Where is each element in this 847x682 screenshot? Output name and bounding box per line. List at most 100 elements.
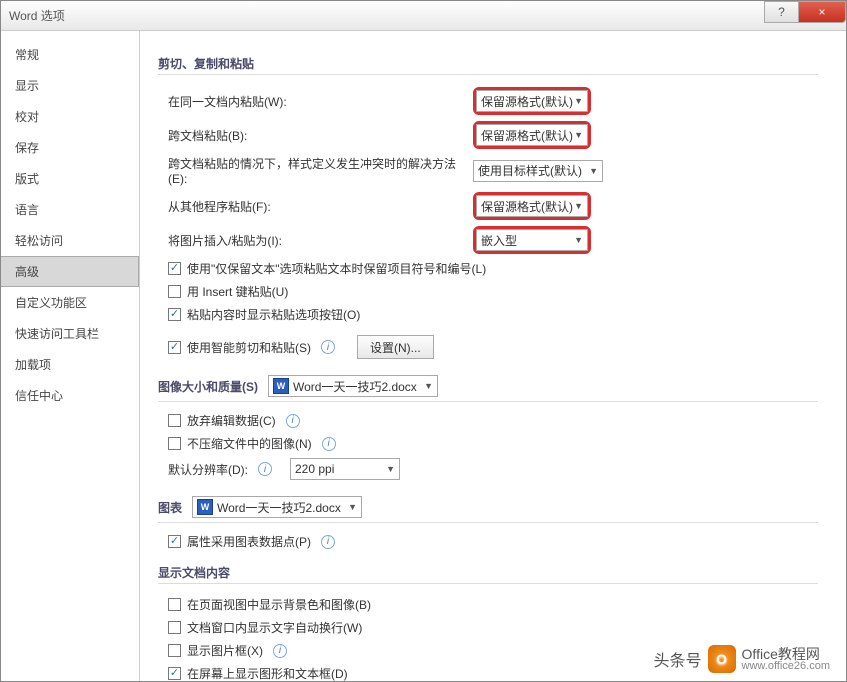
info-icon[interactable]: i	[273, 644, 287, 658]
dropdown-value: Word一天一技巧2.docx	[217, 499, 341, 516]
label-discard-edit: 放弃编辑数据(C)	[187, 412, 276, 429]
info-icon[interactable]: i	[286, 414, 300, 428]
label-text-wrap: 文档窗口内显示文字自动换行(W)	[187, 619, 362, 636]
highlight-box: 保留源格式(默认) ▼	[473, 87, 591, 115]
label-cross-doc-conflict: 跨文档粘贴的情况下，样式定义发生冲突时的解决方法(E):	[168, 155, 473, 186]
sidebar-item-quick-access[interactable]: 快速访问工具栏	[1, 318, 139, 349]
checkbox-bg-colors[interactable]	[168, 598, 181, 611]
row-insert-key: 用 Insert 键粘贴(U)	[158, 283, 818, 300]
checkbox-draw-shapes[interactable]	[168, 667, 181, 680]
label-insert-key: 用 Insert 键粘贴(U)	[187, 283, 288, 300]
info-icon[interactable]: i	[322, 437, 336, 451]
dropdown-value: 使用目标样式(默认)	[478, 162, 582, 179]
checkbox-keep-bullets[interactable]	[168, 262, 181, 275]
label-pic-frame: 显示图片框(X)	[187, 642, 263, 659]
label-bg-colors: 在页面视图中显示背景色和图像(B)	[187, 596, 371, 613]
chevron-down-icon: ▼	[574, 235, 583, 245]
watermark-logo-icon: O	[708, 645, 736, 673]
dropdown-value: 保留源格式(默认)	[481, 198, 573, 215]
row-insert-pic: 将图片插入/粘贴为(I): 嵌入型 ▼	[158, 226, 818, 254]
sidebar-item-addins[interactable]: 加载项	[1, 349, 139, 380]
checkbox-pic-frame[interactable]	[168, 644, 181, 657]
chevron-down-icon: ▼	[348, 502, 357, 512]
watermark-text: Office教程网 www.office26.com	[742, 647, 830, 672]
highlight-box: 保留源格式(默认) ▼	[473, 192, 591, 220]
row-smart-cut: 使用智能剪切和粘贴(S) i 设置(N)...	[158, 335, 818, 359]
label-same-doc: 在同一文档内粘贴(W):	[168, 93, 473, 110]
sidebar-item-customize-ribbon[interactable]: 自定义功能区	[1, 287, 139, 318]
section-image-head: 图像大小和质量(S) W Word一天一技巧2.docx ▼	[158, 375, 818, 402]
section-chart-title: 图表	[158, 499, 182, 516]
row-no-compress: 不压缩文件中的图像(N) i	[158, 435, 818, 452]
checkbox-text-wrap[interactable]	[168, 621, 181, 634]
label-other-app: 从其他程序粘贴(F):	[168, 198, 473, 215]
chevron-down-icon: ▼	[424, 381, 433, 391]
checkbox-no-compress[interactable]	[168, 437, 181, 450]
dropdown-value: 保留源格式(默认)	[481, 127, 573, 144]
row-bg-colors: 在页面视图中显示背景色和图像(B)	[158, 596, 818, 613]
row-discard-edit: 放弃编辑数据(C) i	[158, 412, 818, 429]
sidebar-item-trust[interactable]: 信任中心	[1, 380, 139, 411]
sidebar-item-layout[interactable]: 版式	[1, 163, 139, 194]
titlebar: Word 选项 ? ×	[1, 1, 846, 31]
word-doc-icon: W	[273, 378, 289, 394]
sidebar-item-save[interactable]: 保存	[1, 132, 139, 163]
label-cross-doc: 跨文档粘贴(B):	[168, 127, 473, 144]
chevron-down-icon: ▼	[386, 464, 395, 474]
chevron-down-icon: ▼	[574, 201, 583, 211]
label-show-paste-options: 粘贴内容时显示粘贴选项按钮(O)	[187, 306, 360, 323]
sidebar-item-display[interactable]: 显示	[1, 70, 139, 101]
dropdown-other-app[interactable]: 保留源格式(默认) ▼	[476, 195, 588, 217]
word-doc-icon: W	[197, 499, 213, 515]
chevron-down-icon: ▼	[574, 96, 583, 106]
info-icon[interactable]: i	[321, 535, 335, 549]
help-button[interactable]: ?	[764, 1, 799, 23]
label-no-compress: 不压缩文件中的图像(N)	[187, 435, 312, 452]
dropdown-image-doc[interactable]: W Word一天一技巧2.docx ▼	[268, 375, 438, 397]
watermark-url: www.office26.com	[742, 661, 830, 672]
content-pane: 剪切、复制和粘贴 在同一文档内粘贴(W): 保留源格式(默认) ▼ 跨文档粘贴(…	[140, 31, 846, 681]
dropdown-insert-pic[interactable]: 嵌入型 ▼	[476, 229, 588, 251]
watermark-sub: 头条号	[654, 647, 702, 671]
chevron-down-icon: ▼	[589, 166, 598, 176]
dropdown-cross-doc[interactable]: 保留源格式(默认) ▼	[476, 124, 588, 146]
dialog-body: 常规 显示 校对 保存 版式 语言 轻松访问 高级 自定义功能区 快速访问工具栏…	[1, 31, 846, 681]
dropdown-chart-doc[interactable]: W Word一天一技巧2.docx ▼	[192, 496, 362, 518]
settings-button[interactable]: 设置(N)...	[357, 335, 434, 359]
sidebar-item-advanced[interactable]: 高级	[1, 256, 139, 287]
dropdown-same-doc[interactable]: 保留源格式(默认) ▼	[476, 90, 588, 112]
checkbox-insert-key[interactable]	[168, 285, 181, 298]
sidebar-item-ease[interactable]: 轻松访问	[1, 225, 139, 256]
info-icon[interactable]: i	[321, 340, 335, 354]
dropdown-value: 保留源格式(默认)	[481, 93, 573, 110]
section-image-title: 图像大小和质量(S)	[158, 378, 258, 395]
watermark-brand: Office教程网	[742, 647, 830, 661]
dropdown-value: 嵌入型	[481, 232, 517, 249]
checkbox-chart-props[interactable]	[168, 535, 181, 548]
watermark: 头条号 O Office教程网 www.office26.com	[654, 645, 830, 673]
dropdown-cross-doc-conflict[interactable]: 使用目标样式(默认) ▼	[473, 160, 603, 182]
titlebar-buttons: ? ×	[765, 1, 846, 23]
highlight-box: 嵌入型 ▼	[473, 226, 591, 254]
section-chart-head: 图表 W Word一天一技巧2.docx ▼	[158, 496, 818, 523]
highlight-box: 保留源格式(默认) ▼	[473, 121, 591, 149]
label-keep-bullets: 使用"仅保留文本"选项粘贴文本时保留项目符号和编号(L)	[187, 260, 486, 277]
checkbox-discard-edit[interactable]	[168, 414, 181, 427]
label-smart-cut: 使用智能剪切和粘贴(S)	[187, 339, 311, 356]
checkbox-smart-cut[interactable]	[168, 341, 181, 354]
label-ppi: 默认分辨率(D):	[168, 461, 248, 478]
row-same-doc-paste: 在同一文档内粘贴(W): 保留源格式(默认) ▼	[158, 87, 818, 115]
close-button[interactable]: ×	[798, 1, 846, 23]
dropdown-ppi[interactable]: 220 ppi ▼	[290, 458, 400, 480]
row-text-wrap: 文档窗口内显示文字自动换行(W)	[158, 619, 818, 636]
sidebar-item-language[interactable]: 语言	[1, 194, 139, 225]
label-chart-props: 属性采用图表数据点(P)	[187, 533, 311, 550]
row-chart-props: 属性采用图表数据点(P) i	[158, 533, 818, 550]
info-icon[interactable]: i	[258, 462, 272, 476]
sidebar-item-general[interactable]: 常规	[1, 39, 139, 70]
checkbox-show-paste-options[interactable]	[168, 308, 181, 321]
row-keep-bullets: 使用"仅保留文本"选项粘贴文本时保留项目符号和编号(L)	[158, 260, 818, 277]
window-title: Word 选项	[9, 7, 65, 24]
row-ppi: 默认分辨率(D): i 220 ppi ▼	[158, 458, 818, 480]
sidebar-item-proofing[interactable]: 校对	[1, 101, 139, 132]
